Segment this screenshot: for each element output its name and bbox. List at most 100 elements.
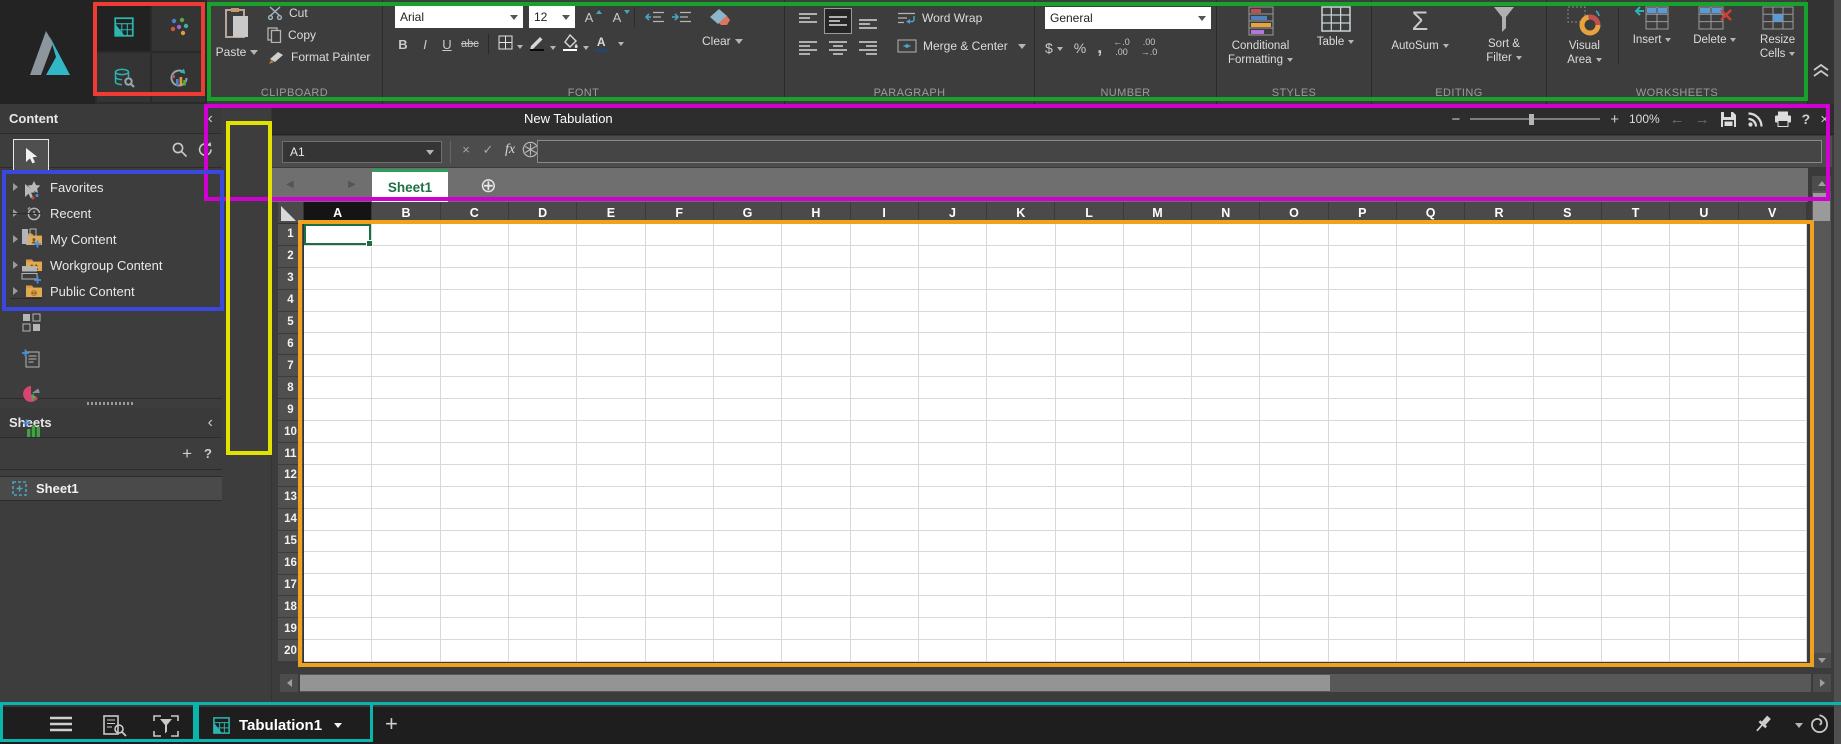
grid-cell-S20[interactable]: [1534, 640, 1602, 662]
grid-cell-N14[interactable]: [1192, 509, 1260, 531]
grid-cell-R12[interactable]: [1465, 465, 1533, 487]
grid-cell-U20[interactable]: [1670, 640, 1738, 662]
grid-cell-A3[interactable]: [304, 268, 372, 290]
grid-cell-E11[interactable]: [577, 443, 645, 465]
interactive-select-tool-button[interactable]: [14, 176, 48, 208]
grid-cell-F1[interactable]: [646, 224, 714, 246]
grid-cell-P9[interactable]: [1329, 399, 1397, 421]
grid-cell-L20[interactable]: [1056, 640, 1124, 662]
column-header-Q[interactable]: Q: [1397, 202, 1465, 224]
row-header-13[interactable]: 13: [278, 487, 304, 509]
grid-cell-E9[interactable]: [577, 399, 645, 421]
row-header-6[interactable]: 6: [278, 334, 304, 356]
grid-cell-V20[interactable]: [1739, 640, 1807, 662]
autosum-button[interactable]: Σ AutoSum: [1380, 0, 1460, 84]
select-tool-button[interactable]: [14, 140, 48, 172]
grid-cell-D14[interactable]: [509, 509, 577, 531]
row-header-19[interactable]: 19: [278, 618, 304, 640]
grid-cell-O14[interactable]: [1260, 509, 1328, 531]
grid-cell-K20[interactable]: [987, 640, 1055, 662]
grid-cell-E20[interactable]: [577, 640, 645, 662]
grid-cell-B14[interactable]: [372, 509, 440, 531]
grid-cell-C4[interactable]: [441, 290, 509, 312]
grid-cell-Q9[interactable]: [1397, 399, 1465, 421]
spiral-menu-button[interactable]: [1809, 714, 1830, 735]
grid-cell-K13[interactable]: [987, 487, 1055, 509]
grid-cell-S6[interactable]: [1534, 333, 1602, 355]
grid-cell-Q13[interactable]: [1397, 487, 1465, 509]
grid-cell-M5[interactable]: [1124, 312, 1192, 334]
grid-cell-S13[interactable]: [1534, 487, 1602, 509]
grid-cell-I12[interactable]: [851, 465, 919, 487]
grid-cell-V2[interactable]: [1739, 246, 1807, 268]
grid-cell-U1[interactable]: [1670, 224, 1738, 246]
grid-cell-C3[interactable]: [441, 268, 509, 290]
grid-cell-P6[interactable]: [1329, 333, 1397, 355]
grid-cell-D18[interactable]: [509, 596, 577, 618]
column-header-M[interactable]: M: [1124, 202, 1192, 224]
grid-cell-R20[interactable]: [1465, 640, 1533, 662]
grid-cell-R6[interactable]: [1465, 333, 1533, 355]
column-header-T[interactable]: T: [1602, 202, 1670, 224]
column-header-D[interactable]: D: [509, 202, 577, 224]
grid-cell-Q14[interactable]: [1397, 509, 1465, 531]
grid-cell-J4[interactable]: [919, 290, 987, 312]
grid-cell-O17[interactable]: [1260, 574, 1328, 596]
column-header-V[interactable]: V: [1739, 202, 1807, 224]
grid-cell-R1[interactable]: [1465, 224, 1533, 246]
grid-cell-B3[interactable]: [372, 268, 440, 290]
grid-cell-L16[interactable]: [1056, 552, 1124, 574]
grid-cell-R5[interactable]: [1465, 312, 1533, 334]
align-bottom-button[interactable]: [855, 9, 881, 33]
grid-cell-O13[interactable]: [1260, 487, 1328, 509]
grid-cell-M11[interactable]: [1124, 443, 1192, 465]
delete-button[interactable]: Delete: [1685, 0, 1744, 84]
grid-cell-O15[interactable]: [1260, 531, 1328, 553]
grid-cell-C20[interactable]: [441, 640, 509, 662]
grid-cell-U15[interactable]: [1670, 531, 1738, 553]
filters-button[interactable]: [152, 714, 180, 738]
grid-cell-N5[interactable]: [1192, 312, 1260, 334]
column-header-E[interactable]: E: [577, 202, 645, 224]
grid-cell-J18[interactable]: [919, 596, 987, 618]
grid-cell-F14[interactable]: [646, 509, 714, 531]
grid-cell-J11[interactable]: [919, 443, 987, 465]
borders-button[interactable]: [498, 35, 523, 53]
grid-cell-M19[interactable]: [1124, 618, 1192, 640]
vertical-scroll-thumb[interactable]: [1813, 193, 1830, 221]
grid-cell-F17[interactable]: [646, 574, 714, 596]
grid-cell-G12[interactable]: [714, 465, 782, 487]
insert-form-button[interactable]: [14, 342, 48, 374]
grid-cell-G7[interactable]: [714, 355, 782, 377]
feed-button[interactable]: [1747, 111, 1764, 128]
row-header-16[interactable]: 16: [278, 553, 304, 575]
grid-cell-H4[interactable]: [782, 290, 850, 312]
grid-cell-N18[interactable]: [1192, 596, 1260, 618]
grid-cell-K6[interactable]: [987, 333, 1055, 355]
grid-cell-M1[interactable]: [1124, 224, 1192, 246]
grid-cell-U18[interactable]: [1670, 596, 1738, 618]
column-header-B[interactable]: B: [372, 202, 440, 224]
grid-cell-P3[interactable]: [1329, 268, 1397, 290]
grid-cell-V3[interactable]: [1739, 268, 1807, 290]
grid-cell-C11[interactable]: [441, 443, 509, 465]
row-header-4[interactable]: 4: [278, 290, 304, 312]
select-all-corner[interactable]: [278, 202, 304, 224]
grid-cell-I14[interactable]: [851, 509, 919, 531]
grid-cell-H18[interactable]: [782, 596, 850, 618]
grid-cell-Q19[interactable]: [1397, 618, 1465, 640]
grid-cell-Q11[interactable]: [1397, 443, 1465, 465]
grid-cell-Q16[interactable]: [1397, 552, 1465, 574]
collapse-content-panel-button[interactable]: ‹: [208, 111, 213, 127]
grid-cell-T16[interactable]: [1602, 552, 1670, 574]
column-header-G[interactable]: G: [714, 202, 782, 224]
grid-cell-O10[interactable]: [1260, 421, 1328, 443]
grid-cell-I2[interactable]: [851, 246, 919, 268]
grid-cell-A7[interactable]: [304, 355, 372, 377]
grid-cell-G13[interactable]: [714, 487, 782, 509]
grid-cell-P12[interactable]: [1329, 465, 1397, 487]
table-button[interactable]: Table: [1300, 0, 1371, 84]
grid-cell-L15[interactable]: [1056, 531, 1124, 553]
sheets-help-button[interactable]: ?: [204, 446, 212, 461]
collapse-sheets-panel-button[interactable]: ‹: [208, 415, 213, 431]
